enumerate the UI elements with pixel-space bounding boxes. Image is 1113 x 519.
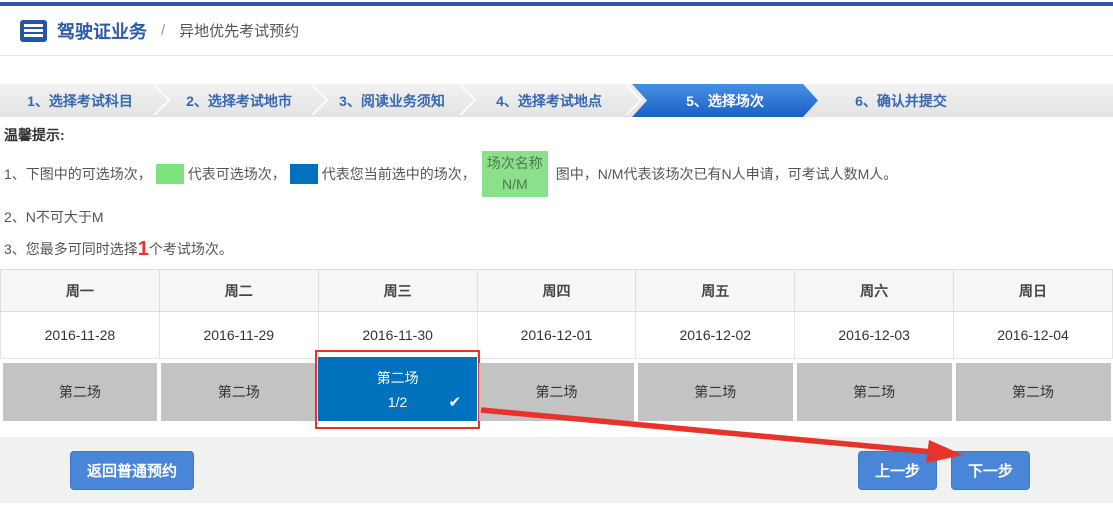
tips-section: 温馨提示: 1、下图中的可选场次， 代表可选场次， 代表您当前选中的场次， 场次… xyxy=(0,117,1113,259)
tip1-text-4: 图中，N/M代表该场次已有N人申请，可考试人数M人。 xyxy=(556,164,897,184)
session-label: 第二场 xyxy=(694,382,736,402)
session-cell-thursday[interactable]: 第二场 xyxy=(479,363,634,421)
step-2-label: 2、选择考试地市 xyxy=(186,91,292,111)
available-swatch-icon xyxy=(156,164,184,184)
tip1-text-2: 代表可选场次， xyxy=(188,164,286,184)
page-title: 驾驶证业务 xyxy=(57,18,147,44)
session-label: 第二场 xyxy=(853,382,895,402)
date-cell: 2016-12-01 xyxy=(477,312,636,359)
session-cell-friday[interactable]: 第二场 xyxy=(638,363,793,421)
date-row: 2016-11-28 2016-11-29 2016-11-30 2016-12… xyxy=(1,312,1113,359)
col-wednesday: 周三 xyxy=(318,270,477,312)
tip1-text-1: 1、下图中的可选场次， xyxy=(4,164,152,184)
date-cell: 2016-11-30 xyxy=(318,312,477,359)
col-tuesday: 周二 xyxy=(159,270,318,312)
session-capacity: 1/2 xyxy=(388,394,407,410)
session-label: 第二场 xyxy=(59,382,101,402)
col-saturday: 周六 xyxy=(795,270,954,312)
session-label: 第二场 xyxy=(218,382,260,402)
session-cell-tuesday[interactable]: 第二场 xyxy=(161,363,316,421)
session-capacity-row: 1/2 ✔ xyxy=(318,394,477,410)
check-icon: ✔ xyxy=(448,393,461,411)
step-5-active[interactable]: 5、选择场次 xyxy=(632,84,818,117)
max-select-count: 1 xyxy=(138,240,149,258)
next-step-button[interactable]: 下一步 xyxy=(951,451,1030,490)
tip3-suffix: 个考试场次。 xyxy=(149,239,233,259)
session-label: 第二场 xyxy=(535,382,577,402)
date-cell: 2016-12-02 xyxy=(636,312,795,359)
tip3-prefix: 3、您最多可同时选择 xyxy=(4,239,138,259)
selected-swatch-icon xyxy=(290,164,318,184)
step-2[interactable]: 2、选择考试地市 xyxy=(160,84,318,117)
footer-bar: 返回普通预约 上一步 下一步 xyxy=(0,437,1113,503)
tip-line-3: 3、您最多可同时选择 1 个考试场次。 xyxy=(4,239,1109,259)
tip1-text-3: 代表您当前选中的场次， xyxy=(322,164,476,184)
tip-line-2: 2、N不可大于M xyxy=(4,207,1109,227)
session-cell-sunday[interactable]: 第二场 xyxy=(956,363,1111,421)
date-cell: 2016-11-28 xyxy=(1,312,160,359)
date-cell: 2016-11-29 xyxy=(159,312,318,359)
step-3-label: 3、阅读业务须知 xyxy=(339,91,445,111)
session-cell-wednesday-selected[interactable]: 第二场 1/2 ✔ xyxy=(318,357,477,421)
col-friday: 周五 xyxy=(636,270,795,312)
list-icon xyxy=(20,20,47,42)
session-label: 第二场 xyxy=(1012,382,1054,402)
nav-button-group: 上一步 下一步 xyxy=(858,451,1030,490)
tip-line-1: 1、下图中的可选场次， 代表可选场次， 代表您当前选中的场次， 场次名称 N/M… xyxy=(4,151,1109,197)
col-thursday: 周四 xyxy=(477,270,636,312)
page: 驾驶证业务 / 异地优先考试预约 1、选择考试科目 2、选择考试地市 3、阅读业… xyxy=(0,0,1113,519)
session-label: 第二场 xyxy=(377,368,419,388)
session-cell-saturday[interactable]: 第二场 xyxy=(797,363,952,421)
weekday-header-row: 周一 周二 周三 周四 周五 周六 周日 xyxy=(1,270,1113,312)
step-1-label: 1、选择考试科目 xyxy=(27,91,133,111)
date-cell: 2016-12-04 xyxy=(954,312,1113,359)
tips-heading: 温馨提示: xyxy=(4,125,1109,145)
step-tabs: 1、选择考试科目 2、选择考试地市 3、阅读业务须知 4、选择考试地点 5、选择… xyxy=(0,84,1113,117)
session-cell-monday[interactable]: 第二场 xyxy=(3,363,158,421)
schedule-table: 周一 周二 周三 周四 周五 周六 周日 2016-11-28 2016-11-… xyxy=(0,269,1113,421)
date-cell: 2016-12-03 xyxy=(795,312,954,359)
step-bar-filler xyxy=(984,84,1113,117)
step-4-label: 4、选择考试地点 xyxy=(496,91,602,111)
session-legend-box: 场次名称 N/M xyxy=(482,151,548,197)
previous-step-button[interactable]: 上一步 xyxy=(858,451,937,490)
step-1[interactable]: 1、选择考试科目 xyxy=(0,84,160,117)
step-3[interactable]: 3、阅读业务须知 xyxy=(318,84,466,117)
step-5-label: 5、选择场次 xyxy=(686,91,764,111)
back-to-normal-booking-button[interactable]: 返回普通预约 xyxy=(70,451,194,490)
selection-highlight-outline xyxy=(315,350,480,429)
legend-session-name: 场次名称 xyxy=(487,153,543,174)
step-6[interactable]: 6、确认并提交 xyxy=(818,84,984,117)
session-row: 第二场 第二场 第二场 1/2 ✔ 第二场 第二场 第二场 第二场 xyxy=(1,359,1113,422)
step-4[interactable]: 4、选择考试地点 xyxy=(466,84,632,117)
legend-session-ratio: N/M xyxy=(502,174,528,195)
breadcrumb-current: 异地优先考试预约 xyxy=(179,20,299,41)
breadcrumb-separator: / xyxy=(161,22,165,39)
header: 驾驶证业务 / 异地优先考试预约 xyxy=(0,6,1113,56)
col-sunday: 周日 xyxy=(954,270,1113,312)
step-6-label: 6、确认并提交 xyxy=(855,91,947,111)
col-monday: 周一 xyxy=(1,270,160,312)
